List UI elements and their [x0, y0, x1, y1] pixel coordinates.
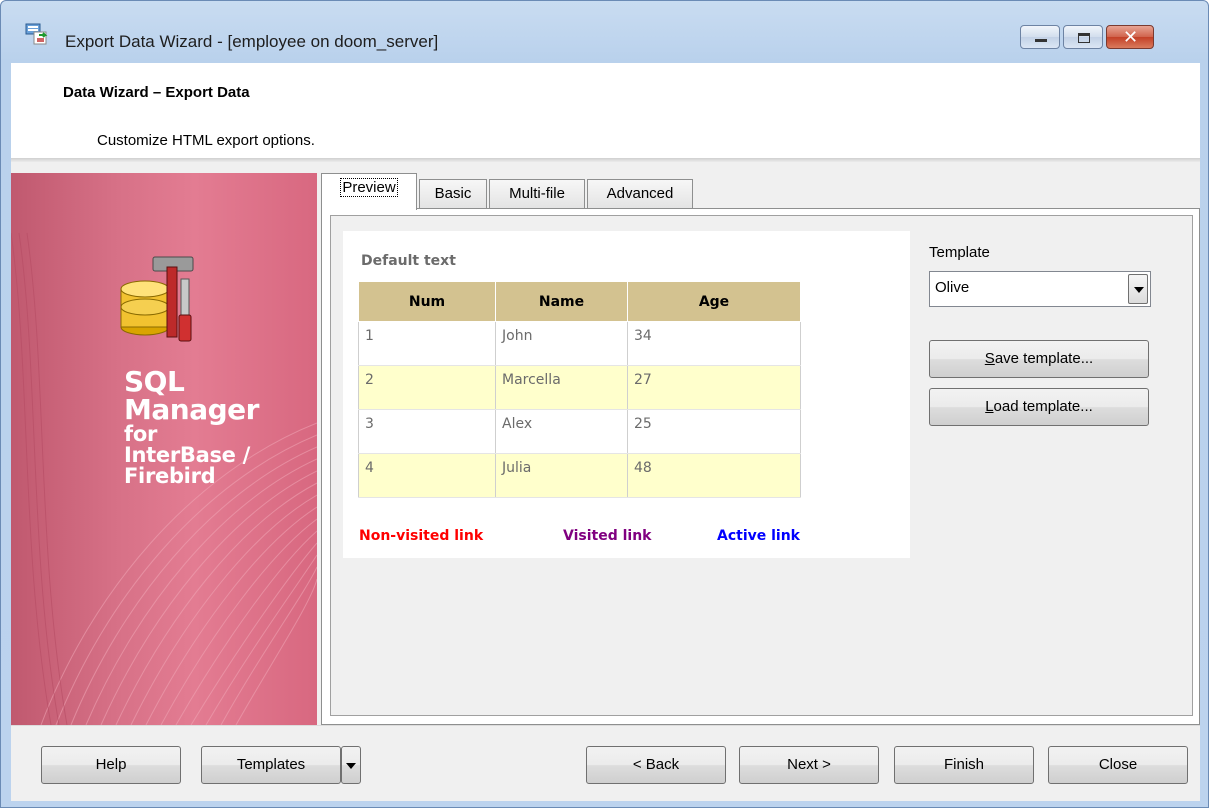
template-label: Template [929, 244, 990, 261]
preview-table: Num Name Age 1 John 34 2 Marcella 27 3 A… [358, 281, 801, 498]
banner-line-4: InterBase / [124, 443, 251, 467]
maximize-button[interactable] [1063, 25, 1103, 49]
tab-multi-file[interactable]: Multi-file [489, 179, 585, 209]
preview-col-name: Name [495, 281, 628, 322]
preview-links: Non-visited link Visited link Active lin… [359, 528, 800, 544]
preview-active-link: Active link [717, 528, 800, 544]
window-title: Export Data Wizard - [employee on doom_s… [65, 32, 439, 51]
save-template-button[interactable]: Save template... [929, 340, 1149, 378]
export-data-icon [25, 23, 51, 45]
table-row: 4 Julia 48 [358, 453, 801, 498]
preview-default-text: Default text [361, 253, 456, 269]
tab-advanced[interactable]: Advanced [587, 179, 693, 209]
template-selected-value: Olive [935, 279, 970, 296]
banner-line-3: for [124, 422, 158, 446]
wizard-title: Data Wizard – Export Data [63, 84, 250, 101]
close-button[interactable]: Close [1048, 746, 1188, 784]
header-divider [11, 158, 1200, 162]
table-cell: Marcella [495, 365, 628, 410]
table-row: 2 Marcella 27 [358, 365, 801, 410]
load-template-label: oad template... [993, 398, 1093, 415]
product-name: SQL Manager for InterBase / Firebird [124, 368, 259, 487]
preview-group: Default text Num Name Age 1 John 34 2 Ma… [330, 215, 1193, 716]
close-window-button[interactable]: ✕ [1106, 25, 1154, 49]
preview-visited-link: Visited link [563, 528, 652, 544]
preview-col-num: Num [358, 281, 496, 322]
banner-line-1: SQL [124, 365, 185, 398]
table-cell: 1 [358, 321, 496, 366]
wizard-button-bar: Help Templates < Back Next > Finish Clos… [11, 725, 1200, 801]
table-cell: 3 [358, 409, 496, 454]
help-button[interactable]: Help [41, 746, 181, 784]
next-button[interactable]: Next > [739, 746, 879, 784]
maximize-icon [1078, 33, 1090, 43]
preview-tab-panel: Default text Num Name Age 1 John 34 2 Ma… [321, 208, 1200, 725]
tab-preview-label: Preview [340, 178, 398, 197]
close-icon: ✕ [1123, 27, 1139, 48]
tab-basic[interactable]: Basic [419, 179, 487, 209]
preview-col-age: Age [627, 281, 801, 322]
table-cell: 27 [627, 365, 801, 410]
table-cell: Alex [495, 409, 628, 454]
finish-button[interactable]: Finish [894, 746, 1034, 784]
templates-button[interactable]: Templates [201, 746, 341, 784]
wizard-header: Data Wizard – Export Data Customize HTML… [11, 63, 1200, 162]
table-row: 3 Alex 25 [358, 409, 801, 454]
banner-line-2: Manager [124, 393, 259, 426]
minimize-button[interactable] [1020, 25, 1060, 49]
chevron-down-icon[interactable] [1128, 274, 1148, 304]
title-bar[interactable]: Export Data Wizard - [employee on doom_s… [1, 1, 1208, 51]
save-template-accel: S [984, 350, 995, 367]
html-preview: Default text Num Name Age 1 John 34 2 Ma… [343, 231, 910, 558]
load-template-accel: L [985, 398, 994, 415]
save-template-label: ave template... [994, 350, 1094, 367]
table-cell: 48 [627, 453, 801, 498]
tab-preview[interactable]: Preview [321, 173, 417, 210]
tab-basic-label: Basic [434, 185, 472, 202]
preview-non-visited-link: Non-visited link [359, 528, 484, 544]
table-cell: John [495, 321, 628, 366]
template-select[interactable]: Olive [929, 271, 1151, 307]
table-cell: 25 [627, 409, 801, 454]
table-cell: Julia [495, 453, 628, 498]
table-row: 1 John 34 [358, 321, 801, 366]
load-template-button[interactable]: Load template... [929, 388, 1149, 426]
tab-multi-file-label: Multi-file [509, 185, 565, 202]
templates-dropdown-button[interactable] [341, 746, 361, 784]
table-cell: 2 [358, 365, 496, 410]
product-banner: SQL Manager for InterBase / Firebird [11, 173, 317, 725]
minimize-icon [1035, 39, 1047, 42]
wizard-client-area: Data Wizard – Export Data Customize HTML… [11, 63, 1200, 801]
wizard-subtitle: Customize HTML export options. [97, 132, 315, 149]
tab-advanced-label: Advanced [606, 185, 674, 202]
banner-line-5: Firebird [124, 464, 216, 488]
table-cell: 34 [627, 321, 801, 366]
table-cell: 4 [358, 453, 496, 498]
back-button[interactable]: < Back [586, 746, 726, 784]
export-wizard-window: Export Data Wizard - [employee on doom_s… [0, 0, 1209, 808]
